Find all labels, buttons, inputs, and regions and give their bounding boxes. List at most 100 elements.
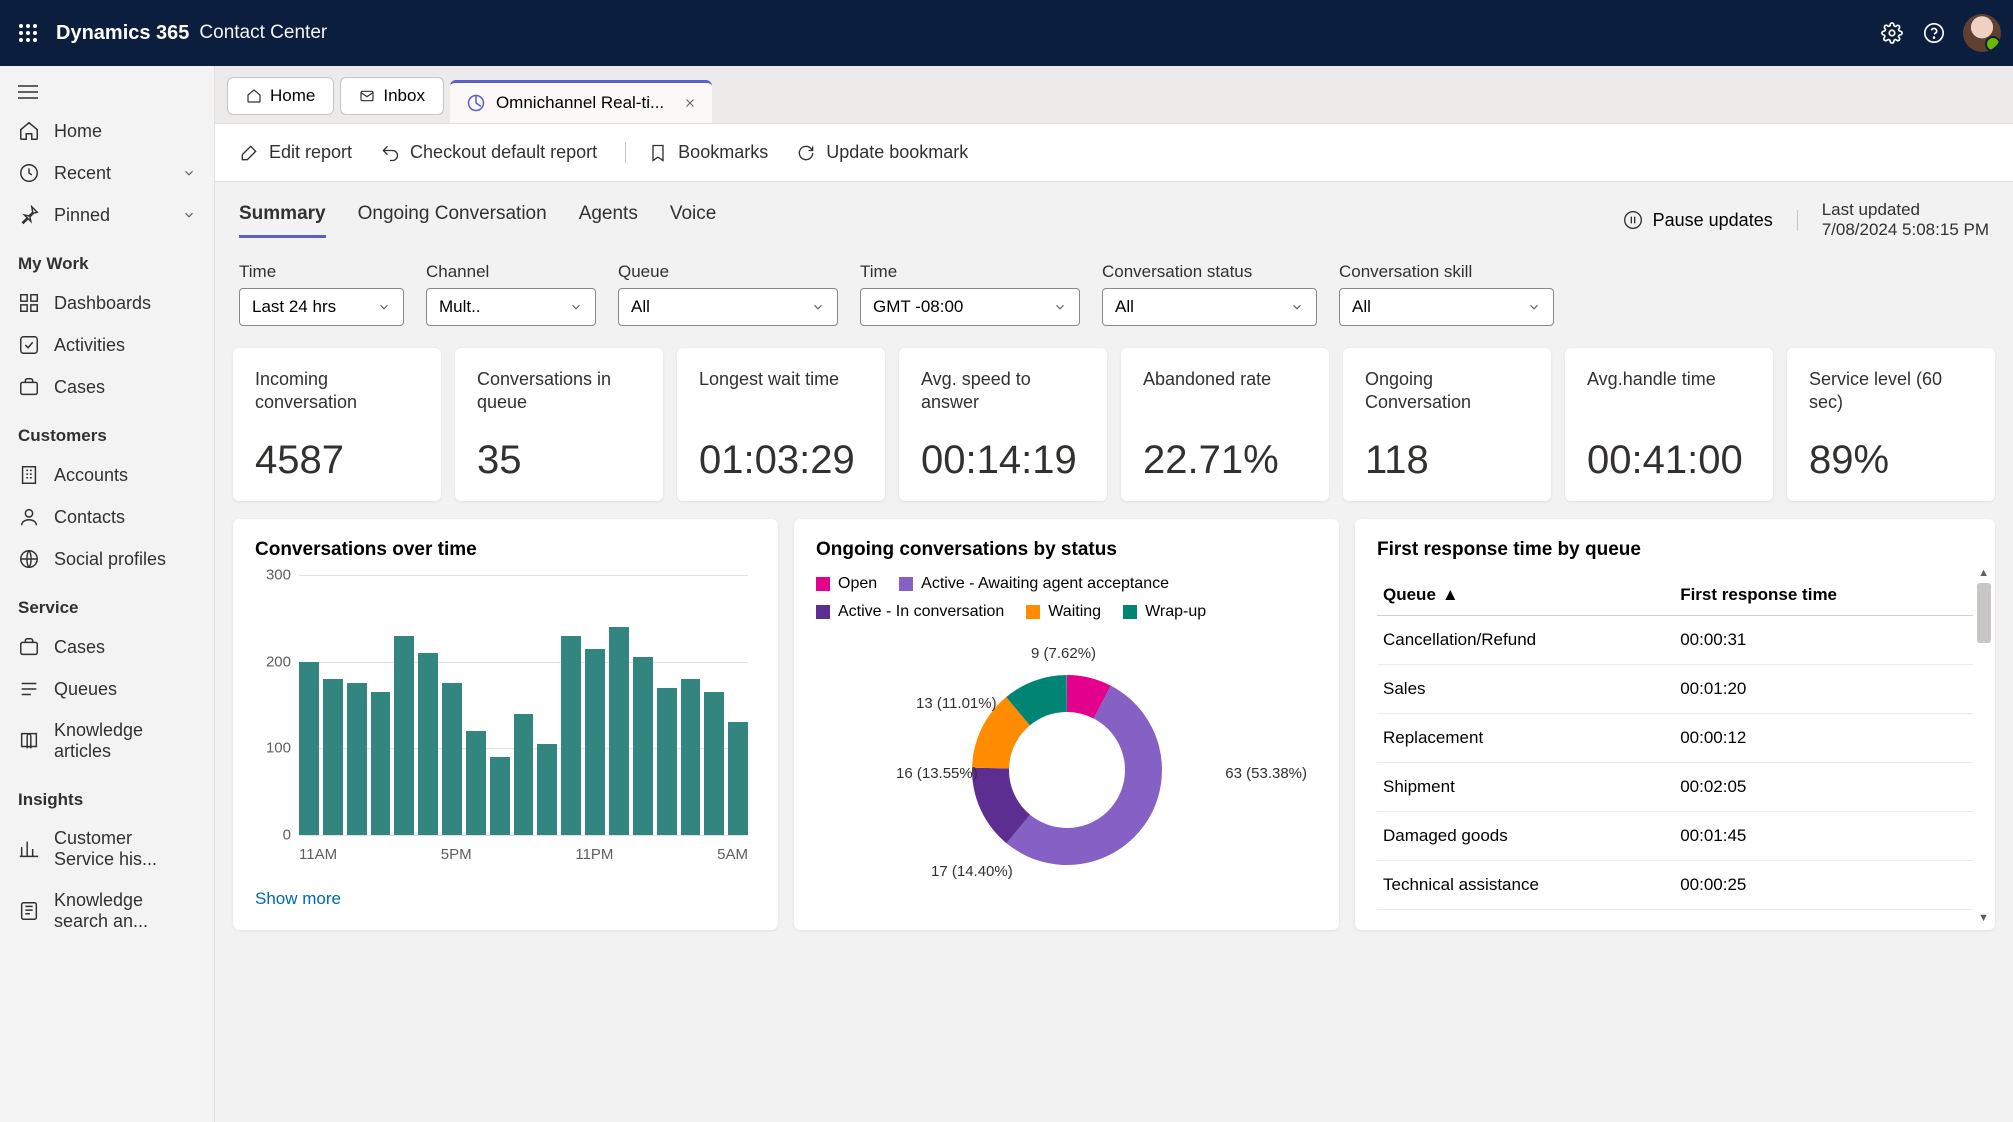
- nav-knowledge-articles[interactable]: Knowledge articles: [0, 710, 214, 772]
- bookmarks-button[interactable]: Bookmarks: [625, 142, 768, 163]
- nav-social-profiles[interactable]: Social profiles: [0, 538, 214, 580]
- nav-recent[interactable]: Recent: [0, 152, 214, 194]
- legend-swatch: [1026, 605, 1040, 619]
- nav-label: Cases: [54, 637, 105, 658]
- nav-label: Knowledge articles: [54, 720, 196, 762]
- update-bookmark-button[interactable]: Update bookmark: [796, 142, 968, 163]
- table-row[interactable]: Cancellation/Refund00:00:31: [1377, 616, 1973, 665]
- session-inbox-pill[interactable]: Inbox: [340, 77, 444, 115]
- report-icon: [466, 93, 486, 113]
- kpi-abandoned: Abandoned rate22.71%: [1121, 348, 1329, 501]
- col-queue[interactable]: Queue▲: [1377, 575, 1674, 616]
- panel-conversations-over-time: Conversations over time 300 200 100 0 11…: [233, 519, 778, 930]
- nav-pinned[interactable]: Pinned: [0, 194, 214, 236]
- filter-channel-dropdown[interactable]: Mult..: [426, 288, 596, 326]
- workspace: Home Inbox Omnichannel Real-ti... Edit r…: [215, 66, 2013, 1122]
- table-row[interactable]: Replacement00:00:12: [1377, 714, 1973, 763]
- report-tab-ongoing[interactable]: Ongoing Conversation: [358, 203, 547, 238]
- checkout-report-button[interactable]: Checkout default report: [380, 142, 597, 163]
- edit-report-button[interactable]: Edit report: [239, 142, 352, 163]
- col-first-response-time[interactable]: First response time: [1674, 575, 1973, 616]
- bar: [418, 653, 438, 835]
- bar: [704, 692, 724, 835]
- nav-label: Dashboards: [54, 293, 151, 314]
- pause-updates-button[interactable]: Pause updates: [1623, 210, 1798, 231]
- filter-label: Channel: [426, 262, 596, 282]
- nav-cases[interactable]: Cases: [0, 366, 214, 408]
- user-avatar[interactable]: [1963, 14, 2001, 52]
- edit-icon: [239, 143, 259, 163]
- nav-accounts[interactable]: Accounts: [0, 454, 214, 496]
- person-icon: [18, 506, 40, 528]
- chart-legend: Open Active - Awaiting agent acceptance …: [816, 575, 1317, 621]
- filter-time-dropdown[interactable]: Last 24 hrs: [239, 288, 404, 326]
- nav-label: Social profiles: [54, 549, 166, 570]
- nav-section-my-work: My Work: [0, 236, 214, 282]
- nav-dashboards[interactable]: Dashboards: [0, 282, 214, 324]
- chevron-down-icon: [182, 208, 196, 222]
- nav-home[interactable]: Home: [0, 110, 214, 152]
- table-row[interactable]: Damaged goods00:01:45: [1377, 812, 1973, 861]
- report-header: Summary Ongoing Conversation Agents Voic…: [229, 182, 1999, 248]
- close-icon[interactable]: [684, 97, 696, 109]
- slice-label: 9 (7.62%): [1031, 645, 1096, 662]
- show-more-link[interactable]: Show more: [255, 889, 756, 909]
- nav-label: Customer Service his...: [54, 828, 196, 870]
- help-icon[interactable]: [1913, 12, 1955, 54]
- pin-icon: [18, 204, 40, 226]
- table-row[interactable]: Technical assistance00:00:25: [1377, 861, 1973, 910]
- filter-status-dropdown[interactable]: All: [1102, 288, 1317, 326]
- kpi-longest-wait: Longest wait time01:03:29: [677, 348, 885, 501]
- nav-label: Contacts: [54, 507, 125, 528]
- nav-label: Home: [54, 121, 102, 142]
- table-row[interactable]: Sales00:01:20: [1377, 665, 1973, 714]
- filter-timezone-dropdown[interactable]: GMT -08:00: [860, 288, 1080, 326]
- filter-queue: Queue All: [618, 262, 838, 326]
- filter-label: Queue: [618, 262, 838, 282]
- filter-conversation-skill: Conversation skill All: [1339, 262, 1554, 326]
- table-row[interactable]: Shipment00:02:05: [1377, 763, 1973, 812]
- nav-label: Accounts: [54, 465, 128, 486]
- brand-subtitle: Contact Center: [199, 22, 327, 44]
- report-tab-summary[interactable]: Summary: [239, 203, 326, 238]
- nav-queues[interactable]: Queues: [0, 668, 214, 710]
- nav-service-cases[interactable]: Cases: [0, 626, 214, 668]
- chevron-down-icon: [811, 300, 825, 314]
- bar: [728, 722, 748, 835]
- cmd-label: Bookmarks: [678, 142, 768, 163]
- nav-customer-service-history[interactable]: Customer Service his...: [0, 818, 214, 880]
- filter-skill-dropdown[interactable]: All: [1339, 288, 1554, 326]
- nav-collapse-icon[interactable]: [0, 74, 214, 110]
- chart-icon: [18, 838, 40, 860]
- legend-swatch: [1123, 605, 1137, 619]
- kpi-ongoing: Ongoing Conversation118: [1343, 348, 1551, 501]
- clock-icon: [18, 162, 40, 184]
- bar: [371, 692, 391, 835]
- scroll-up-icon[interactable]: ▲: [1978, 567, 1989, 579]
- nav-label: Knowledge search an...: [54, 890, 196, 932]
- session-home-pill[interactable]: Home: [227, 77, 334, 115]
- slice-label: 13 (11.01%): [916, 695, 997, 712]
- chevron-down-icon: [1290, 300, 1304, 314]
- book-icon: [18, 900, 40, 922]
- legend-swatch: [816, 605, 830, 619]
- response-time-table: Queue▲ First response time Cancellation/…: [1377, 575, 1973, 910]
- scroll-down-icon[interactable]: ▼: [1978, 912, 1989, 924]
- nav-knowledge-search-analytics[interactable]: Knowledge search an...: [0, 880, 214, 942]
- nav-section-insights: Insights: [0, 772, 214, 818]
- report-tab-voice[interactable]: Voice: [670, 203, 716, 238]
- nav-contacts[interactable]: Contacts: [0, 496, 214, 538]
- kpi-incoming: Incoming conversation4587: [233, 348, 441, 501]
- legend-swatch: [816, 577, 830, 591]
- session-tab-omnichannel[interactable]: Omnichannel Real-ti...: [450, 80, 712, 123]
- report-tab-agents[interactable]: Agents: [579, 203, 638, 238]
- nav-activities[interactable]: Activities: [0, 324, 214, 366]
- bars-container: [299, 575, 748, 835]
- app-launcher-icon[interactable]: [12, 17, 44, 49]
- filter-queue-dropdown[interactable]: All: [618, 288, 838, 326]
- pause-label: Pause updates: [1653, 210, 1773, 231]
- nav-label: Recent: [54, 163, 111, 184]
- scrollbar-thumb[interactable]: [1977, 583, 1991, 643]
- settings-icon[interactable]: [1871, 12, 1913, 54]
- queue-icon: [18, 678, 40, 700]
